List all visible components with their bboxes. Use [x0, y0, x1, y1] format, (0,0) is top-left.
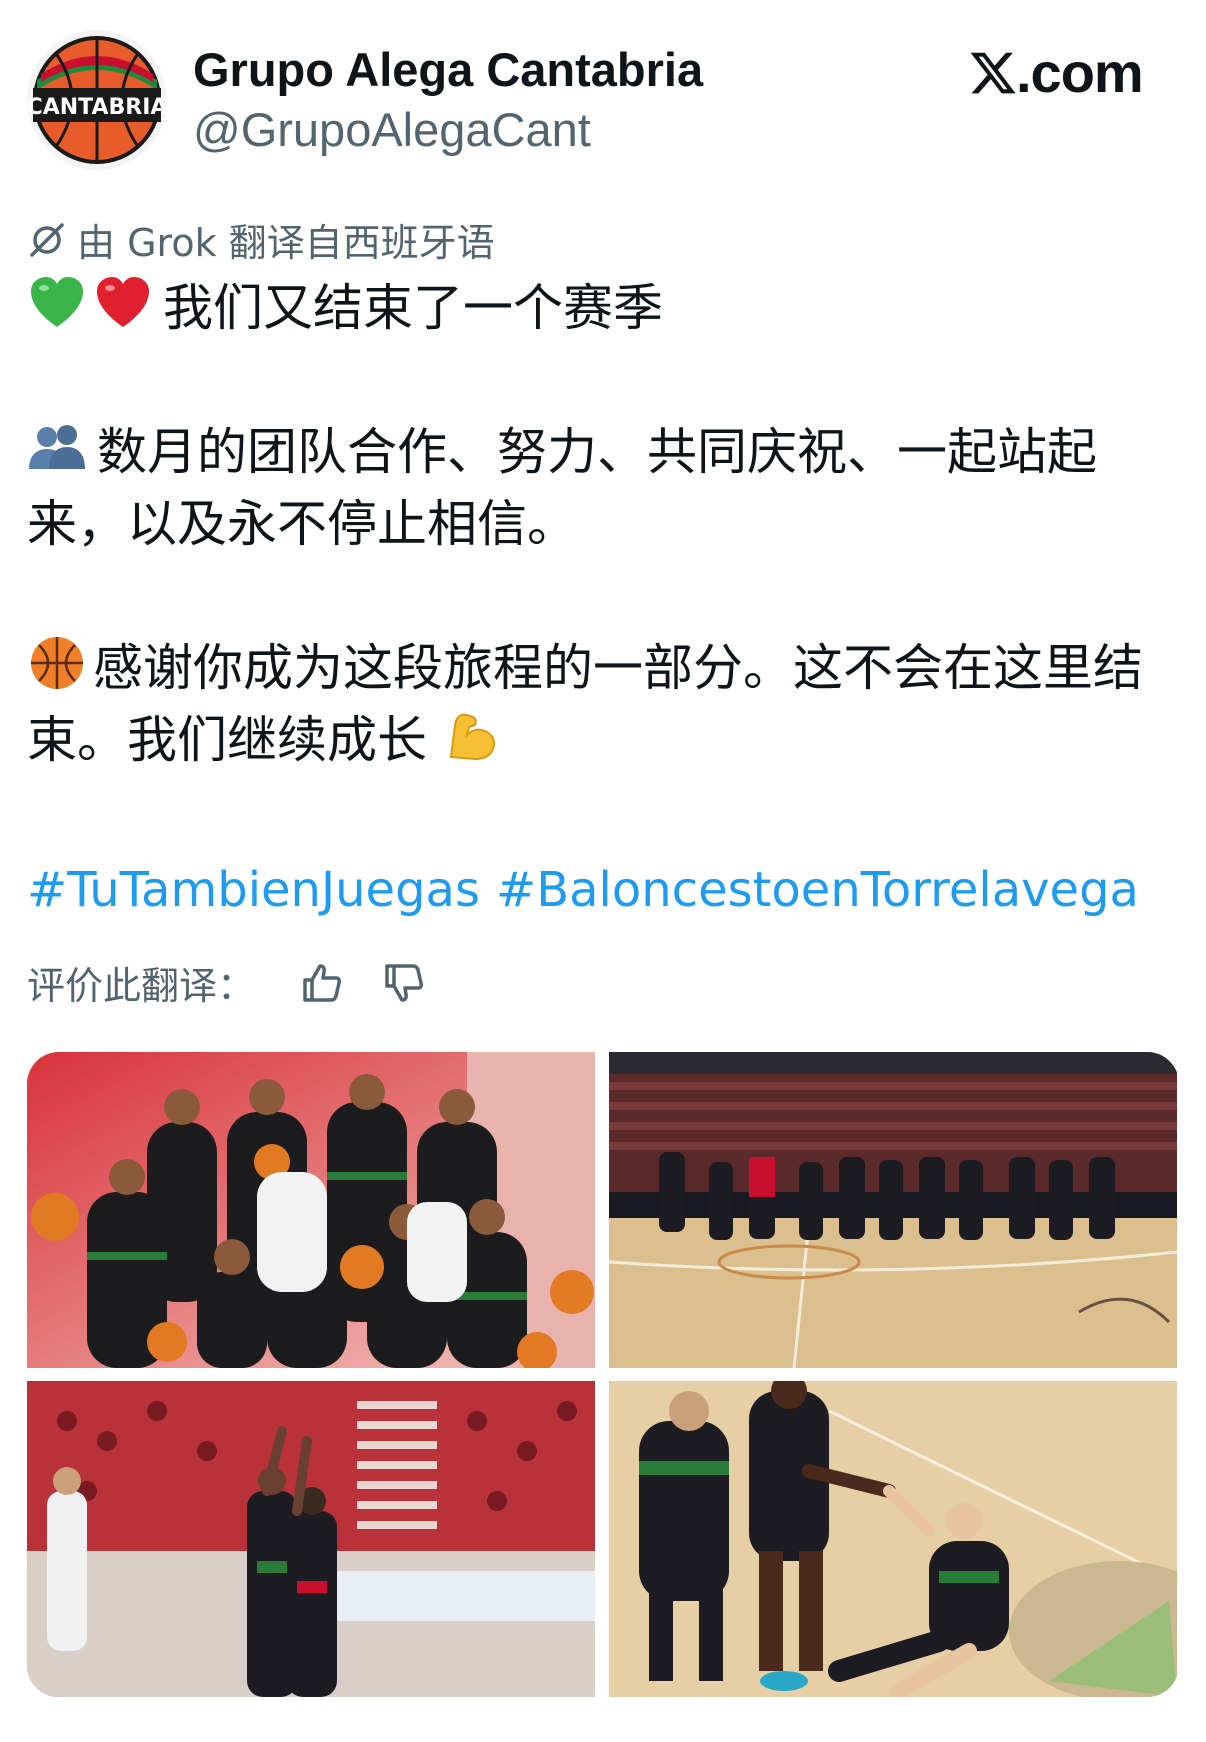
team-logo-icon: CANTABRIA: [27, 36, 167, 164]
rate-translation-label: 评价此翻译：: [27, 964, 256, 1008]
hashtag-link[interactable]: #BaloncestoenTorrelavega: [496, 862, 1139, 918]
display-name[interactable]: Grupo Alega Cantabria: [193, 42, 703, 97]
avatar[interactable]: CANTABRIA: [27, 30, 167, 170]
photo-image: [609, 1381, 1177, 1697]
media-photo-team-collage[interactable]: [27, 1052, 595, 1368]
tweet-line-1: 我们又结束了一个赛季: [163, 279, 663, 337]
x-logo-icon: [970, 52, 1016, 93]
basketball-icon: [31, 637, 83, 689]
tweet-text: 我们又结束了一个赛季 数月的团队合作、努力、共同庆祝、一起站起来，以及永不停止相…: [27, 272, 1187, 776]
thumbs-up-icon[interactable]: [299, 960, 345, 1006]
translation-note[interactable]: 由 Grok 翻译自西班牙语: [27, 212, 495, 267]
tweet-paragraph-1: 我们又结束了一个赛季: [27, 272, 1187, 344]
media-photo-helping-hand[interactable]: [609, 1381, 1177, 1697]
green-heart-icon: [31, 277, 83, 327]
photo-image: [609, 1052, 1177, 1368]
tweet-paragraph-2: 数月的团队合作、努力、共同庆祝、一起站起来，以及永不停止相信。: [27, 416, 1187, 560]
rate-translation: 评价此翻译：: [27, 955, 427, 1010]
thumbs-down-icon[interactable]: [381, 960, 427, 1006]
people-icon: [29, 425, 85, 469]
media-photo-court-lineup[interactable]: [609, 1052, 1177, 1368]
avatar-logo-text: CANTABRIA: [27, 95, 167, 120]
photo-image: [27, 1052, 595, 1368]
tweet-line-3: 感谢你成为这段旅程的一部分。这不会在这里结束。我们继续成长: [27, 639, 1143, 769]
site-label: .com: [1016, 41, 1144, 104]
media-grid: [27, 1052, 1179, 1697]
tweet-line-2: 数月的团队合作、努力、共同庆祝、一起站起来，以及永不停止相信。: [27, 423, 1097, 553]
hashtag-link[interactable]: #TuTambienJuegas: [27, 862, 480, 918]
tweet-paragraph-3: 感谢你成为这段旅程的一部分。这不会在这里结束。我们继续成长: [27, 632, 1187, 776]
translation-note-text: 由 Grok 翻译自西班牙语: [77, 221, 495, 265]
x-com-logo: .com: [968, 40, 1144, 105]
red-heart-icon: [97, 277, 149, 327]
media-photo-crowd-celebration[interactable]: [27, 1381, 595, 1697]
photo-image: [27, 1381, 595, 1697]
grok-icon: [30, 222, 64, 257]
user-handle[interactable]: @GrupoAlegaCant: [193, 102, 591, 157]
flexed-biceps-icon: [449, 713, 495, 761]
hashtags: #TuTambienJuegas #BaloncestoenTorrelavega: [27, 862, 1155, 918]
